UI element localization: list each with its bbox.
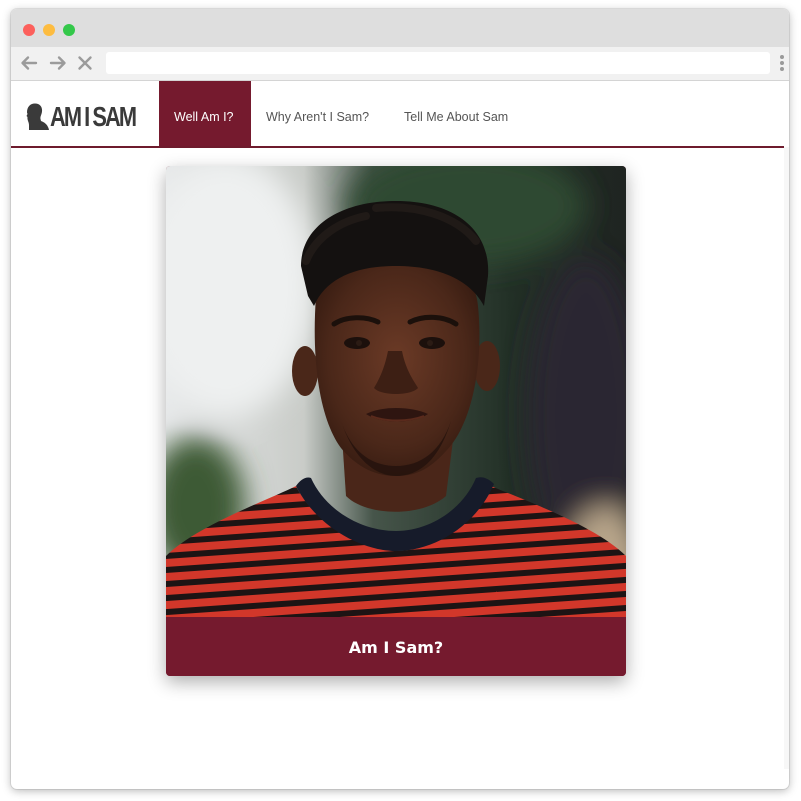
- am-i-sam-button[interactable]: Am I Sam?: [166, 617, 626, 676]
- nav-item-why-arent-i-sam[interactable]: Why Aren't I Sam?: [266, 81, 369, 146]
- minimize-window-button[interactable]: [43, 24, 55, 36]
- logo-text: AM I SAM: [50, 101, 137, 132]
- page-scrollbar[interactable]: [784, 147, 789, 769]
- browser-menu-icon[interactable]: [780, 55, 784, 73]
- title-bar: [11, 9, 789, 47]
- browser-toolbar: [11, 47, 789, 81]
- browser-window: AM I SAM Well Am I? Why Aren't I Sam? Te…: [11, 9, 789, 789]
- close-window-button[interactable]: [23, 24, 35, 36]
- zoom-window-button[interactable]: [63, 24, 75, 36]
- nav-item-well-am-i[interactable]: Well Am I?: [159, 81, 251, 146]
- forward-arrow-icon[interactable]: [48, 53, 68, 73]
- profile-card: Am I Sam?: [166, 166, 626, 676]
- silhouette-icon: [26, 103, 49, 130]
- portrait-photo: [166, 166, 626, 617]
- url-bar[interactable]: [106, 52, 770, 74]
- site-navbar: AM I SAM Well Am I? Why Aren't I Sam? Te…: [11, 81, 784, 148]
- nav-item-tell-me-about-sam[interactable]: Tell Me About Sam: [404, 81, 508, 146]
- stop-x-icon[interactable]: [75, 53, 95, 73]
- back-arrow-icon[interactable]: [19, 53, 39, 73]
